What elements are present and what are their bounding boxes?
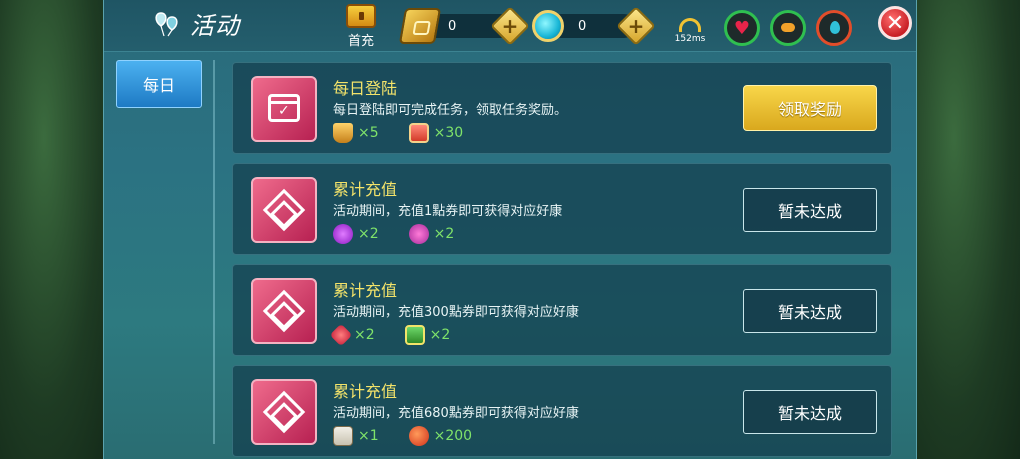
task-card: 累计充值 活动期间，充值1點券即可获得对应好康 ×2 ×2 暂未达成 — [232, 163, 892, 255]
task-icon-tile — [251, 379, 317, 445]
page-title: 活动 — [190, 12, 240, 40]
gift-box-icon — [404, 325, 425, 345]
not-achieved-button[interactable]: 暂未达成 — [743, 289, 877, 333]
hunger-status-icon[interactable] — [770, 10, 806, 46]
task-card: 每日登陆 每日登陆即可完成任务，领取任务奖励。 ×5 ×30 领取奖励 — [232, 62, 892, 154]
reward-list: ×1 ×200 — [333, 426, 472, 446]
purple-orb-icon — [333, 224, 353, 244]
task-title: 累计充值 — [333, 281, 398, 300]
health-status-icon[interactable] — [724, 10, 760, 46]
task-title: 累计充值 — [333, 382, 398, 401]
reward-item: ×2 — [404, 325, 451, 345]
task-list: 每日登陆 每日登陆即可完成任务，领取任务奖励。 ×5 ×30 领取奖励 累计充值… — [232, 62, 892, 459]
reward-quantity: ×2 — [433, 226, 455, 242]
first-recharge-button[interactable]: 首充 — [344, 4, 378, 49]
reward-quantity: ×2 — [429, 327, 451, 343]
diamond-icon — [262, 188, 306, 232]
not-achieved-button[interactable]: 暂未达成 — [743, 188, 877, 232]
reward-item: ×2 — [333, 224, 379, 244]
thirst-status-icon[interactable] — [816, 10, 852, 46]
reward-quantity: ×200 — [433, 428, 473, 444]
tab-daily[interactable]: 每日 — [116, 60, 202, 108]
diamond-icon — [262, 289, 306, 333]
background-left-scenery — [0, 0, 110, 459]
plus-icon: + — [501, 14, 519, 38]
reward-quantity: ×1 — [358, 428, 379, 444]
reward-list: ×2 ×2 — [329, 323, 451, 347]
violet-orb-icon — [408, 224, 429, 244]
task-card: 累计充值 活动期间，充值300點券即可获得对应好康 ×2 ×2 暂未达成 — [232, 264, 892, 356]
gem-balance: 0 — [578, 18, 587, 34]
coupon-icon — [398, 8, 442, 44]
first-recharge-label: 首充 — [347, 34, 374, 49]
activity-panel: 活动 首充 0 + 0 + 152ms ✕ 每日 — [103, 0, 917, 459]
calendar-icon — [268, 94, 300, 122]
reward-list: ×5 ×30 — [333, 123, 463, 143]
reward-item: ×5 — [333, 123, 379, 143]
diamond-icon — [262, 390, 306, 434]
orange-orb-icon — [408, 426, 429, 446]
sidebar-divider — [213, 60, 215, 444]
scroll-icon — [333, 426, 353, 446]
task-title: 每日登陆 — [333, 79, 398, 98]
reward-item: ×30 — [408, 123, 464, 143]
book-icon — [408, 123, 429, 143]
title-group: 活动 — [152, 6, 240, 41]
reward-quantity: ×30 — [433, 125, 464, 141]
reward-quantity: ×2 — [358, 226, 379, 242]
task-icon-tile — [251, 76, 317, 142]
coupon-balance: 0 — [448, 18, 457, 34]
task-title: 累计充值 — [333, 180, 398, 199]
ping-value: 152ms — [674, 34, 706, 44]
reward-quantity: ×5 — [358, 125, 379, 141]
red-gem-icon — [329, 323, 353, 347]
close-button[interactable]: ✕ — [878, 6, 912, 40]
task-icon-tile — [251, 177, 317, 243]
close-icon: ✕ — [885, 10, 905, 36]
reward-item: ×2 — [408, 224, 455, 244]
task-description: 活动期间，充值1點券即可获得对应好康 — [333, 204, 563, 219]
add-gem-button[interactable]: + — [616, 6, 656, 46]
claim-reward-button[interactable]: 领取奖励 — [743, 85, 877, 131]
not-achieved-button[interactable]: 暂未达成 — [743, 390, 877, 434]
add-coupon-button[interactable]: + — [490, 6, 530, 46]
task-icon-tile — [251, 278, 317, 344]
reward-item: ×200 — [408, 426, 473, 446]
top-bar: 活动 首充 0 + 0 + 152ms ✕ — [104, 0, 916, 52]
task-description: 活动期间，充值680點券即可获得对应好康 — [333, 406, 579, 421]
treasure-chest-icon — [346, 4, 376, 28]
task-description: 每日登陆即可完成任务，领取任务奖励。 — [333, 103, 568, 118]
signal-icon — [679, 18, 701, 32]
reward-item: ×2 — [329, 323, 375, 347]
background-right-scenery — [910, 0, 1020, 459]
reward-list: ×2 ×2 — [333, 224, 454, 244]
task-description: 活动期间，充值300點券即可获得对应好康 — [333, 305, 579, 320]
task-card: 累计充值 活动期间，充值680點券即可获得对应好康 ×1 ×200 暂未达成 — [232, 365, 892, 457]
balloon-icon — [152, 9, 182, 39]
gem-icon — [532, 10, 564, 42]
network-ping: 152ms — [672, 18, 708, 44]
plus-icon: + — [627, 14, 645, 38]
reward-item: ×1 — [333, 426, 379, 446]
drink-icon — [333, 123, 353, 143]
reward-quantity: ×2 — [354, 327, 375, 343]
